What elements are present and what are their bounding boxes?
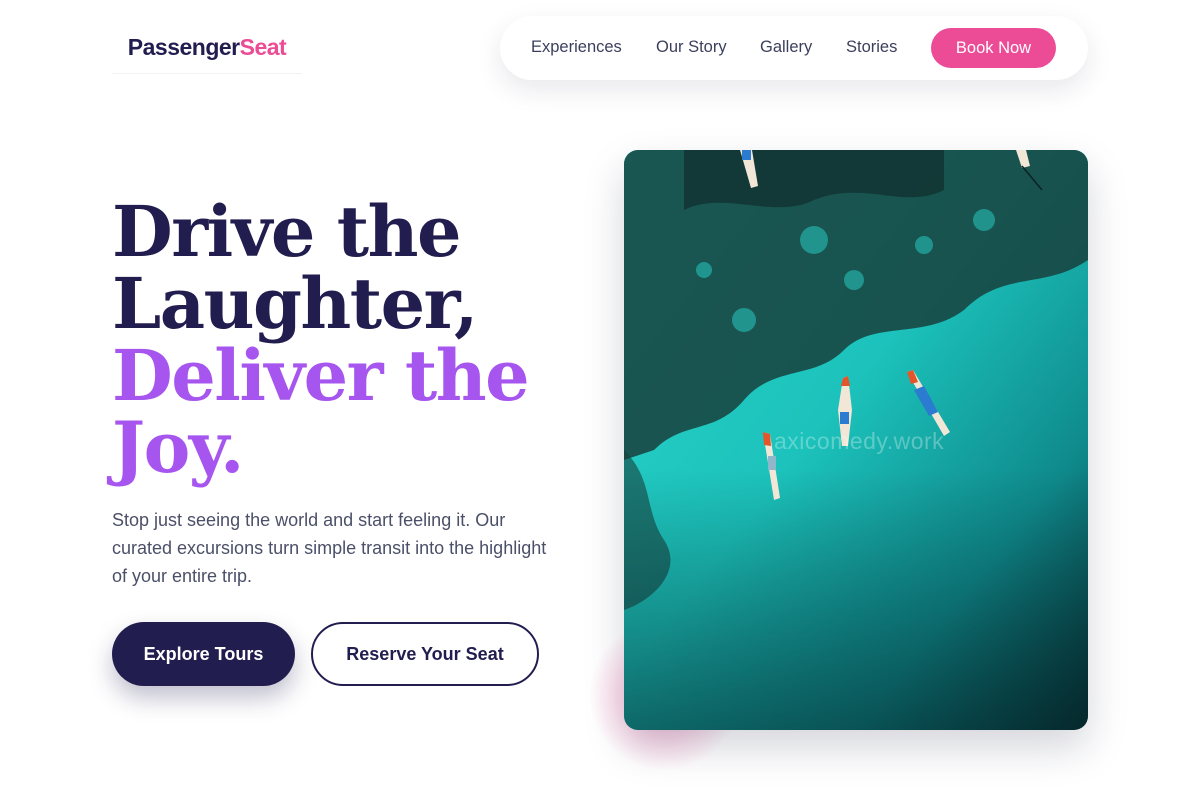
reserve-seat-button[interactable]: Reserve Your Seat bbox=[311, 622, 539, 686]
hero-subtext: Stop just seeing the world and start fee… bbox=[112, 510, 547, 586]
brand-logo[interactable]: Passenger Seat bbox=[112, 22, 302, 74]
hero-image: axicomedy.work bbox=[624, 150, 1088, 730]
hero-headline: Drive the Laughter, Deliver the Joy. bbox=[112, 196, 582, 484]
main-nav: Experiences Our Story Gallery Stories Bo… bbox=[500, 16, 1088, 80]
headline-line-2: Laughter, bbox=[112, 262, 478, 345]
nav-link-stories[interactable]: Stories bbox=[846, 38, 897, 57]
nav-link-experiences[interactable]: Experiences bbox=[531, 38, 622, 57]
nav-link-our-story[interactable]: Our Story bbox=[656, 38, 727, 57]
nav-link-gallery[interactable]: Gallery bbox=[760, 38, 812, 57]
page: Passenger Seat Experiences Our Story Gall… bbox=[0, 0, 1200, 800]
brand-name-part2: Seat bbox=[239, 34, 287, 60]
headline-line-1: Drive the bbox=[112, 190, 462, 273]
brand-name-part1: Passenger bbox=[127, 34, 240, 60]
explore-tours-button[interactable]: Explore Tours bbox=[112, 622, 295, 686]
headline-line-4: Joy. bbox=[112, 406, 244, 489]
image-watermark: axicomedy.work bbox=[774, 428, 945, 454]
book-now-button[interactable]: Book Now bbox=[931, 28, 1056, 68]
headline-line-3: Deliver the bbox=[112, 334, 530, 417]
